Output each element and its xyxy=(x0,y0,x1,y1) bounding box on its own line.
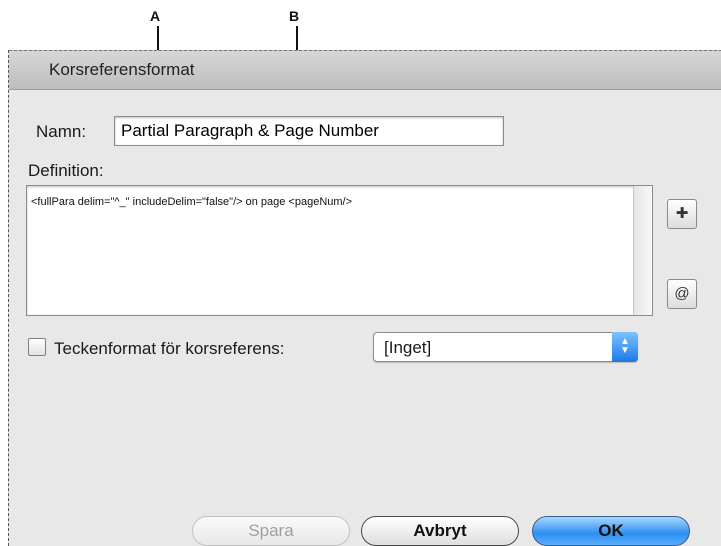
definition-text: <fullPara delim="^_" includeDelim="false… xyxy=(31,196,353,208)
ok-button[interactable]: OK xyxy=(532,516,690,546)
char-style-select[interactable]: [Inget] ▲ ▼ xyxy=(373,332,638,362)
name-label: Namn: xyxy=(36,122,87,141)
char-style-checkbox[interactable] xyxy=(28,338,46,356)
callout-label-b: B xyxy=(289,8,300,24)
definition-scrollbar[interactable] xyxy=(633,186,652,315)
char-style-label: Teckenformat för korsreferens: xyxy=(54,339,285,358)
dialog-titlebar[interactable]: Korsreferensformat xyxy=(9,50,721,90)
cancel-button[interactable]: Avbryt xyxy=(361,516,519,546)
definition-textarea[interactable]: <fullPara delim="^_" includeDelim="false… xyxy=(26,185,653,316)
definition-label: Definition: xyxy=(28,161,104,180)
char-style-value: [Inget] xyxy=(384,338,432,357)
plus-tag-icon: ✚ xyxy=(675,205,689,222)
insert-special-character-button[interactable]: @ xyxy=(667,279,697,309)
name-input[interactable] xyxy=(114,116,504,146)
at-sign-icon: @ xyxy=(674,285,690,302)
dialog-title: Korsreferensformat xyxy=(49,60,195,79)
save-button[interactable]: Spara xyxy=(192,516,350,546)
insert-building-block-button[interactable]: ✚ xyxy=(667,199,697,229)
callout-label-a: A xyxy=(150,8,161,24)
cross-reference-format-dialog: Korsreferensformat Namn: Definition: <fu… xyxy=(8,50,721,546)
updown-arrows-icon: ▲ ▼ xyxy=(612,332,638,362)
